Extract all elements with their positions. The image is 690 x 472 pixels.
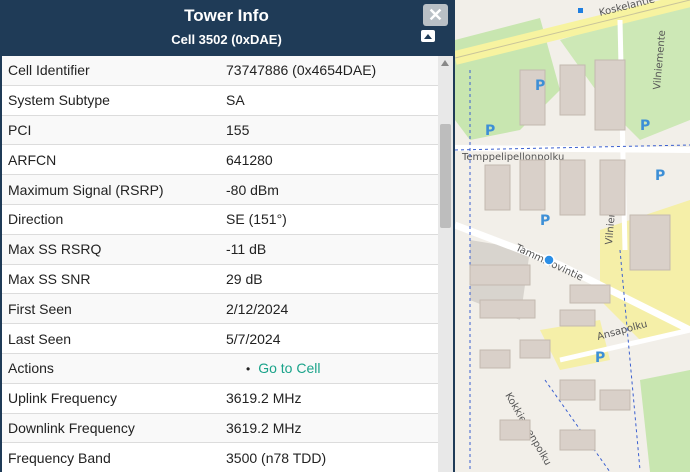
row-value: SA xyxy=(226,92,245,109)
row-label: Uplink Frequency xyxy=(8,390,117,407)
table-row: Max SS RSRQ -11 dB xyxy=(2,234,438,265)
panel-title: Tower Info xyxy=(184,6,269,25)
actions-list: Go to Cell xyxy=(226,360,438,376)
location-dot xyxy=(578,8,583,13)
row-value: 73747886 (0x4654DAE) xyxy=(226,62,377,79)
row-value: 5/7/2024 xyxy=(226,330,281,347)
tower-info-panel: Tower Info Cell 3502 (0xDAE) ✕ Cell Iden… xyxy=(0,0,455,472)
row-value: -11 dB xyxy=(226,241,267,258)
table-row: ARFCN 641280 xyxy=(2,145,438,176)
table-row: PCI 155 xyxy=(2,115,438,146)
row-label: Actions xyxy=(8,360,54,377)
row-value: 3619.2 MHz xyxy=(226,390,302,407)
table-row: System Subtype SA xyxy=(2,85,438,116)
panel-header: Tower Info Cell 3502 (0xDAE) ✕ xyxy=(0,0,453,56)
cell-subtitle: Cell 3502 (0xDAE) xyxy=(171,32,282,47)
collapse-button[interactable] xyxy=(421,30,435,42)
row-value: SE (151°) xyxy=(226,211,287,228)
row-label: Frequency Band xyxy=(8,449,111,466)
row-label: PCI xyxy=(8,121,32,138)
row-label: Direction xyxy=(8,211,64,228)
action-item: Go to Cell xyxy=(246,360,438,376)
parking-label: P xyxy=(540,213,550,229)
parking-label: P xyxy=(595,350,605,366)
row-label: System Subtype xyxy=(8,92,110,109)
row-label: Max SS RSRQ xyxy=(8,241,102,258)
parking-label: P xyxy=(640,118,650,134)
row-value: 3619.2 MHz xyxy=(226,419,302,436)
street-label: Temppelipellonpolku xyxy=(461,152,564,163)
row-label: Max SS SNR xyxy=(8,270,91,287)
parking-label: P xyxy=(485,123,495,139)
row-label: Cell Identifier xyxy=(8,62,90,79)
scroll-thumb[interactable] xyxy=(440,124,451,228)
table-row: Last Seen 5/7/2024 xyxy=(2,324,438,354)
table-row: Uplink Frequency 3619.2 MHz xyxy=(2,383,438,414)
table-row: Actions Go to Cell xyxy=(2,353,438,384)
tower-info-table: Cell Identifier 73747886 (0x4654DAE) Syste… xyxy=(2,56,438,472)
go-to-cell-link[interactable]: Go to Cell xyxy=(258,360,320,376)
close-icon: ✕ xyxy=(427,4,444,25)
row-label: ARFCN xyxy=(8,151,57,168)
row-label: First Seen xyxy=(8,300,72,317)
table-row: Cell Identifier 73747886 (0x4654DAE) xyxy=(2,56,438,86)
row-label: Downlink Frequency xyxy=(8,419,135,436)
row-value: 155 xyxy=(226,121,250,138)
tower-marker[interactable] xyxy=(543,254,555,266)
scrollbar[interactable] xyxy=(438,56,453,472)
table-row: Max SS SNR 29 dB xyxy=(2,264,438,295)
close-button[interactable]: ✕ xyxy=(423,4,448,26)
row-value: 2/12/2024 xyxy=(226,300,289,317)
table-row: Direction SE (151°) xyxy=(2,204,438,235)
parking-label: P xyxy=(535,78,545,94)
row-value: Go to Cell xyxy=(220,360,438,376)
row-label: Maximum Signal (RSRP) xyxy=(8,181,164,198)
table-row: Frequency Band 3500 (n78 TDD) xyxy=(2,443,438,472)
row-value: 29 dB xyxy=(226,270,263,287)
table-row: First Seen 2/12/2024 xyxy=(2,294,438,325)
row-label: Last Seen xyxy=(8,330,72,347)
table-row: Downlink Frequency 3619.2 MHz xyxy=(2,413,438,444)
row-value: 3500 (n78 TDD) xyxy=(226,449,327,466)
table-row: Maximum Signal (RSRP) -80 dBm xyxy=(2,175,438,205)
row-value: 641280 xyxy=(226,151,273,168)
scroll-up-arrow-icon[interactable] xyxy=(441,60,449,66)
parking-label: P xyxy=(655,168,665,184)
row-value: -80 dBm xyxy=(226,181,279,198)
